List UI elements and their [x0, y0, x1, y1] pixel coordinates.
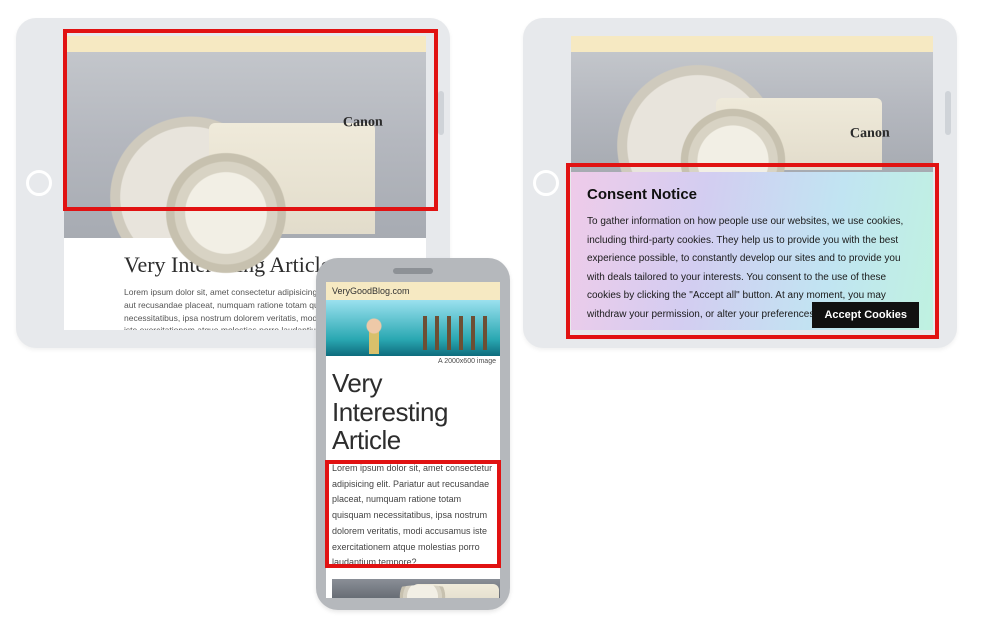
consent-notice-panel: Consent Notice To gather information on … [571, 172, 933, 330]
article-hero-image [326, 300, 500, 356]
phone-screen: VeryGoodBlog.com A 2000x600 image Very I… [326, 282, 500, 598]
tablet-home-button[interactable] [533, 170, 559, 196]
consent-notice-title: Consent Notice [587, 186, 917, 203]
tablet-home-button[interactable] [26, 170, 52, 196]
phone-speaker [393, 268, 433, 274]
site-top-bar [571, 36, 933, 52]
article-paragraph: Lorem ipsum dolor sit, amet consectetur … [326, 461, 500, 571]
tablet-right: Canon Consent Notice To gather informati… [523, 18, 957, 348]
article-secondary-image [332, 579, 500, 598]
tablet-side-button[interactable] [438, 91, 444, 135]
article-hero-image: Canon [571, 52, 933, 172]
article-hero-image: Canon [64, 52, 426, 238]
site-name-bar[interactable]: VeryGoodBlog.com [326, 282, 500, 300]
tablet-right-screen: Canon Consent Notice To gather informati… [571, 36, 933, 330]
hero-brand-label: Canon [850, 126, 890, 143]
image-caption: A 2000x600 image [326, 356, 500, 367]
hero-brand-label: Canon [343, 115, 383, 132]
article-title: Very Interesting Article [326, 367, 500, 461]
phone-device: VeryGoodBlog.com A 2000x600 image Very I… [316, 258, 510, 610]
site-top-bar [64, 36, 426, 52]
accept-cookies-button[interactable]: Accept Cookies [812, 302, 919, 328]
tablet-side-button[interactable] [945, 91, 951, 135]
